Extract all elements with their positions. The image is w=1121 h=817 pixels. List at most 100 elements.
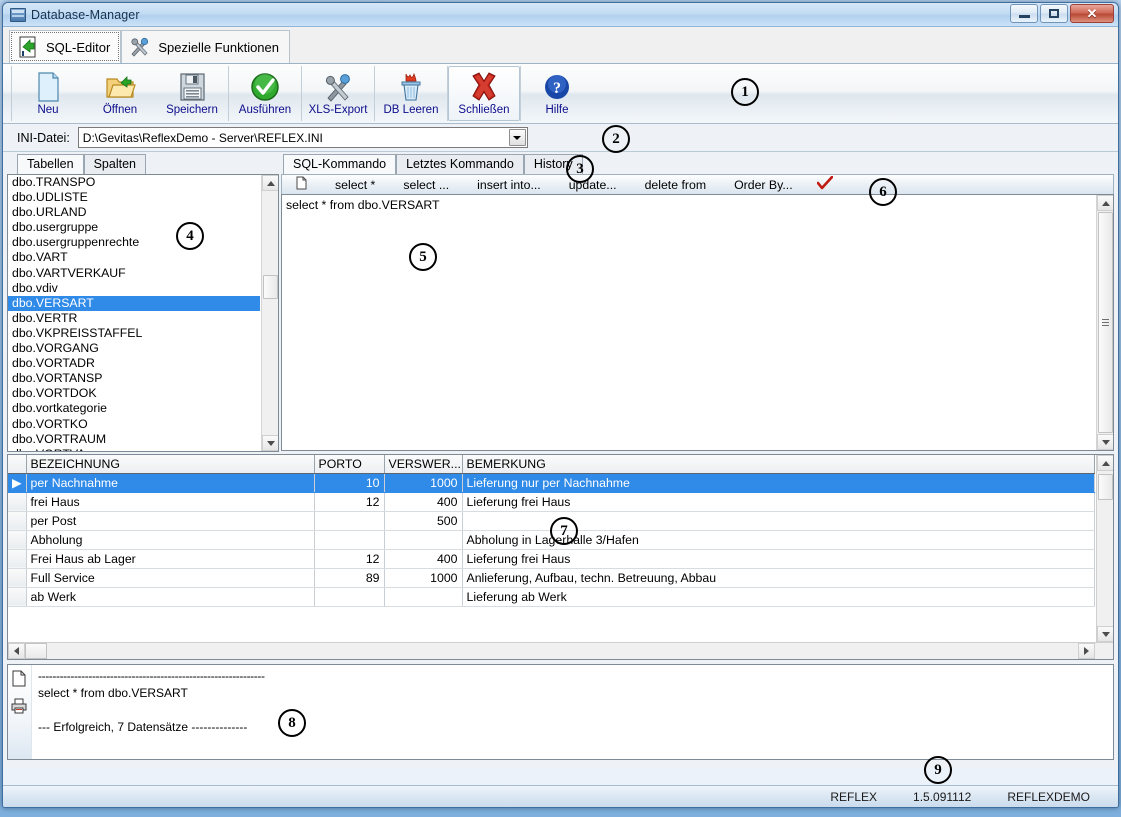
sql-insert-into-button[interactable]: insert into...: [463, 178, 555, 192]
table-cell[interactable]: 12: [314, 549, 385, 569]
scroll-left-button[interactable]: [8, 643, 25, 659]
sql-select-button[interactable]: select ...: [389, 178, 463, 192]
maximize-button[interactable]: [1040, 4, 1068, 23]
grid-horizontal-scrollbar[interactable]: [8, 642, 1113, 659]
column-header-bezeichnung[interactable]: BEZEICHNUNG: [26, 455, 315, 474]
tables-scrollbar[interactable]: [261, 175, 278, 451]
sql-delete-from-button[interactable]: delete from: [631, 178, 721, 192]
scroll-up-button[interactable]: [1097, 455, 1113, 471]
log-document-button[interactable]: [8, 668, 31, 698]
table-cell[interactable]: frei Haus: [26, 492, 315, 512]
table-cell[interactable]: 12: [314, 492, 385, 512]
table-cell[interactable]: Abholung: [26, 530, 315, 550]
table-cell[interactable]: [314, 511, 385, 531]
column-header-bemerkung[interactable]: BEMERKUNG: [462, 455, 1095, 474]
table-cell[interactable]: [384, 587, 463, 607]
ini-file-dropdown-button[interactable]: [508, 129, 526, 146]
scroll-thumb[interactable]: [1098, 212, 1113, 433]
table-cell[interactable]: per Post: [26, 511, 315, 531]
table-cell[interactable]: Full Service: [26, 568, 315, 588]
list-item[interactable]: dbo.VARTVERKAUF: [8, 266, 260, 281]
table-cell[interactable]: Frei Haus ab Lager: [26, 549, 315, 569]
sql-update-button[interactable]: update...: [555, 178, 631, 192]
table-cell[interactable]: 400: [384, 549, 463, 569]
sql-editor-scrollbar[interactable]: [1096, 195, 1113, 450]
list-item[interactable]: dbo.usergruppe: [8, 220, 260, 235]
row-indicator[interactable]: [8, 530, 27, 550]
list-item[interactable]: dbo.VORGANG: [8, 341, 260, 356]
tables-listbox[interactable]: dbo.TRANSPO dbo.UDLISTE dbo.URLAND dbo.user…: [7, 174, 279, 452]
row-indicator[interactable]: [8, 587, 27, 607]
row-indicator[interactable]: [8, 511, 27, 531]
sql-order-by-button[interactable]: Order By...: [720, 178, 807, 192]
list-item[interactable]: dbo.VORTADR: [8, 356, 260, 371]
list-item[interactable]: dbo.VERTR: [8, 311, 260, 326]
table-cell[interactable]: Lieferung ab Werk: [462, 587, 1095, 607]
tab-spalten[interactable]: Spalten: [83, 154, 146, 174]
scroll-up-button[interactable]: [1097, 195, 1113, 211]
scroll-thumb[interactable]: [1098, 474, 1113, 500]
table-cell[interactable]: per Nachnahme: [26, 473, 315, 493]
scroll-up-button[interactable]: [262, 175, 278, 191]
list-item[interactable]: dbo.VART: [8, 250, 260, 265]
column-header-porto[interactable]: PORTO: [314, 455, 385, 474]
xls-export-button[interactable]: XLS-Export: [302, 66, 374, 121]
table-cell[interactable]: 1000: [384, 473, 463, 493]
sql-select-star-button[interactable]: select *: [321, 178, 389, 192]
row-indicator[interactable]: [8, 568, 27, 588]
table-cell[interactable]: 400: [384, 492, 463, 512]
scroll-thumb[interactable]: [25, 643, 47, 659]
list-item[interactable]: dbo.VORTDOK: [8, 386, 260, 401]
ini-file-combobox[interactable]: D:\Gevitas\ReflexDemo - Server\REFLEX.IN…: [77, 127, 528, 148]
table-row[interactable]: Frei Haus ab Lager 12 400 Lieferung frei Ha…: [8, 549, 1095, 569]
table-cell[interactable]: 10: [314, 473, 385, 493]
table-cell[interactable]: ab Werk: [26, 587, 315, 607]
grid-vertical-scrollbar[interactable]: [1096, 455, 1113, 642]
table-cell[interactable]: Anlieferung, Aufbau, techn. Betreuung, A…: [462, 568, 1095, 588]
list-item[interactable]: dbo.URLAND: [8, 205, 260, 220]
tab-sql-kommando[interactable]: SQL-Kommando: [283, 154, 397, 174]
scroll-down-button[interactable]: [262, 435, 278, 451]
table-row[interactable]: ▶ per Nachnahme 10 1000 Lieferung nur per Na…: [8, 473, 1095, 493]
table-cell[interactable]: Lieferung frei Haus: [462, 492, 1095, 512]
list-item[interactable]: dbo.VORTRAUM: [8, 432, 260, 447]
sql-new-button[interactable]: [282, 176, 321, 193]
table-cell[interactable]: 89: [314, 568, 385, 588]
scroll-thumb[interactable]: [263, 275, 278, 299]
list-item[interactable]: dbo.VORTKO: [8, 417, 260, 432]
open-button[interactable]: Öffnen: [84, 66, 156, 121]
tab-tabellen[interactable]: Tabellen: [17, 154, 84, 174]
column-header-verswert[interactable]: VERSWER...: [384, 455, 463, 474]
table-row[interactable]: Full Service 89 1000 Anlieferung, Aufbau, t…: [8, 568, 1095, 588]
table-cell[interactable]: [314, 530, 385, 550]
close-button[interactable]: ✕: [1070, 4, 1114, 23]
scroll-down-button[interactable]: [1097, 626, 1113, 642]
execute-button[interactable]: Ausführen: [229, 66, 301, 121]
list-item[interactable]: dbo.VERSART: [8, 295, 260, 311]
list-item[interactable]: dbo.VORTANSP: [8, 371, 260, 386]
table-row[interactable]: frei Haus 12 400 Lieferung frei Haus: [8, 492, 1095, 512]
list-item[interactable]: dbo.VORTVA: [8, 447, 260, 451]
row-indicator[interactable]: [8, 549, 27, 569]
db-leeren-button[interactable]: DB Leeren: [375, 66, 447, 121]
table-cell[interactable]: Lieferung nur per Nachnahme: [462, 473, 1095, 493]
help-button[interactable]: ? Hilfe: [521, 66, 593, 121]
table-cell[interactable]: 500: [384, 511, 463, 531]
new-button[interactable]: Neu: [12, 66, 84, 121]
list-item[interactable]: dbo.VKPREISSTAFFEL: [8, 326, 260, 341]
log-panel[interactable]: ----------------------------------------…: [7, 664, 1114, 760]
row-indicator[interactable]: ▶: [8, 473, 27, 493]
table-cell[interactable]: [314, 587, 385, 607]
save-button[interactable]: Speichern: [156, 66, 228, 121]
list-item[interactable]: dbo.TRANSPO: [8, 175, 260, 190]
tab-sql-editor[interactable]: SQL-Editor: [9, 30, 122, 63]
row-indicator[interactable]: [8, 492, 27, 512]
scroll-right-button[interactable]: [1078, 643, 1095, 659]
table-cell[interactable]: Lieferung frei Haus: [462, 549, 1095, 569]
close-toolbar-button[interactable]: Schließen: [448, 66, 520, 121]
table-cell[interactable]: [384, 530, 463, 550]
minimize-button[interactable]: [1010, 4, 1038, 23]
list-item[interactable]: dbo.vdiv: [8, 281, 260, 296]
tab-spezielle-funktionen[interactable]: Spezielle Funktionen: [121, 30, 291, 63]
sql-confirm-button[interactable]: [807, 175, 843, 193]
